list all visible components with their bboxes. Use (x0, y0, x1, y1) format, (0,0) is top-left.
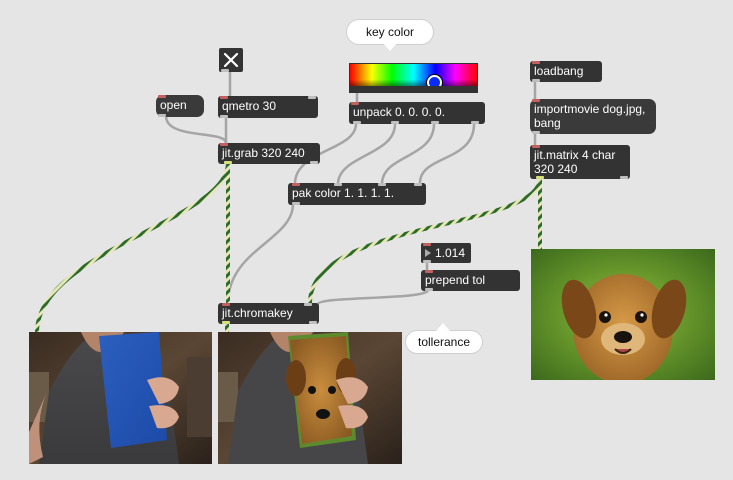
open-message[interactable]: open (156, 95, 204, 117)
inlet[interactable] (423, 243, 431, 246)
key-color-comment: key color (347, 20, 433, 51)
cord-grab-to-pwindow (35, 161, 230, 333)
tolerance-comment-text: tollerance (417, 335, 471, 349)
outlet[interactable] (536, 176, 544, 179)
matrix-pwindow[interactable] (531, 249, 715, 380)
inlet[interactable] (532, 61, 540, 64)
jit-grab-label: jit.grab 320 240 (222, 146, 305, 160)
outlet[interactable] (423, 260, 431, 263)
inlet[interactable] (334, 183, 342, 186)
outlet[interactable] (353, 121, 361, 124)
unpack-object[interactable]: unpack 0. 0. 0. 0. (349, 102, 485, 124)
tolerance-number-box[interactable]: 1.014 (421, 243, 471, 263)
patcher-canvas[interactable]: open qmetro 30 jit.grab 320 240 key colo… (0, 0, 733, 480)
outlet[interactable] (425, 288, 433, 291)
tolerance-comment: tollerance (406, 323, 482, 353)
prepend-label: prepend tol (425, 273, 486, 287)
outlet[interactable] (222, 321, 230, 324)
grab-pwindow[interactable] (29, 332, 212, 464)
inlet[interactable] (222, 303, 230, 306)
qmetro-label: qmetro 30 (222, 99, 277, 113)
jit-grab-object[interactable]: jit.grab 320 240 (218, 143, 320, 164)
composite-image (218, 332, 402, 464)
pak-object[interactable]: pak color 1. 1. 1. 1. (288, 183, 426, 205)
jit-chromakey-label: jit.chromakey (222, 306, 293, 320)
outlet[interactable] (620, 176, 628, 179)
loadbang-label: loadbang (534, 64, 584, 78)
outlet[interactable] (532, 79, 540, 82)
toggle-button[interactable] (219, 48, 243, 72)
inlet[interactable] (532, 145, 540, 148)
outlet[interactable] (391, 121, 399, 124)
color-swatch[interactable] (349, 63, 478, 93)
inlet[interactable] (308, 96, 316, 99)
outlet[interactable] (431, 121, 439, 124)
jit-matrix-label: jit.matrix 4 char 320 240 (534, 148, 616, 176)
webcam-image (29, 332, 212, 464)
pak-label: pak color 1. 1. 1. 1. (292, 186, 395, 200)
cord-pak-to-chromakey (226, 202, 295, 305)
triangle-icon (425, 249, 431, 257)
outlet[interactable] (158, 114, 166, 117)
outlet[interactable] (310, 161, 318, 164)
prepend-object[interactable]: prepend tol (421, 270, 520, 291)
outlet[interactable] (292, 202, 300, 205)
inlet[interactable] (425, 270, 433, 273)
outlet[interactable] (471, 121, 479, 124)
inlet[interactable] (220, 143, 228, 146)
cord-prepend-to-chromakey (316, 288, 430, 306)
close-x-icon (223, 52, 239, 68)
cord-unpack4-to-pak (418, 122, 476, 185)
inlet[interactable] (292, 183, 300, 186)
outlet[interactable] (532, 131, 540, 134)
cord-unpack2-to-pak (336, 122, 397, 185)
inlet[interactable] (378, 183, 386, 186)
inlet[interactable] (414, 183, 422, 186)
jit-chromakey-object[interactable]: jit.chromakey (218, 303, 319, 324)
dog-image (531, 249, 715, 380)
outlet[interactable] (221, 69, 229, 72)
open-message-label: open (160, 98, 187, 112)
chromakey-pwindow[interactable] (218, 332, 402, 464)
loadbang-object[interactable]: loadbang (530, 61, 602, 82)
inlet[interactable] (351, 102, 359, 105)
cord-unpack3-to-pak (380, 122, 436, 185)
inlet[interactable] (532, 99, 540, 102)
key-color-comment-text: key color (365, 25, 415, 39)
importmovie-message[interactable]: importmovie dog.jpg, bang (530, 99, 656, 134)
jit-matrix-object[interactable]: jit.matrix 4 char 320 240 (530, 145, 630, 179)
inlet[interactable] (158, 95, 166, 98)
cord-open-to-grab (164, 114, 228, 145)
tolerance-value: 1.014 (435, 246, 466, 260)
qmetro-object[interactable]: qmetro 30 (218, 96, 318, 118)
unpack-label: unpack 0. 0. 0. 0. (353, 105, 446, 119)
outlet[interactable] (220, 115, 228, 118)
inlet[interactable] (220, 96, 228, 99)
inlet[interactable] (304, 303, 312, 306)
outlet[interactable] (309, 321, 317, 324)
importmovie-label: importmovie dog.jpg, bang (534, 102, 646, 130)
outlet[interactable] (224, 161, 232, 164)
